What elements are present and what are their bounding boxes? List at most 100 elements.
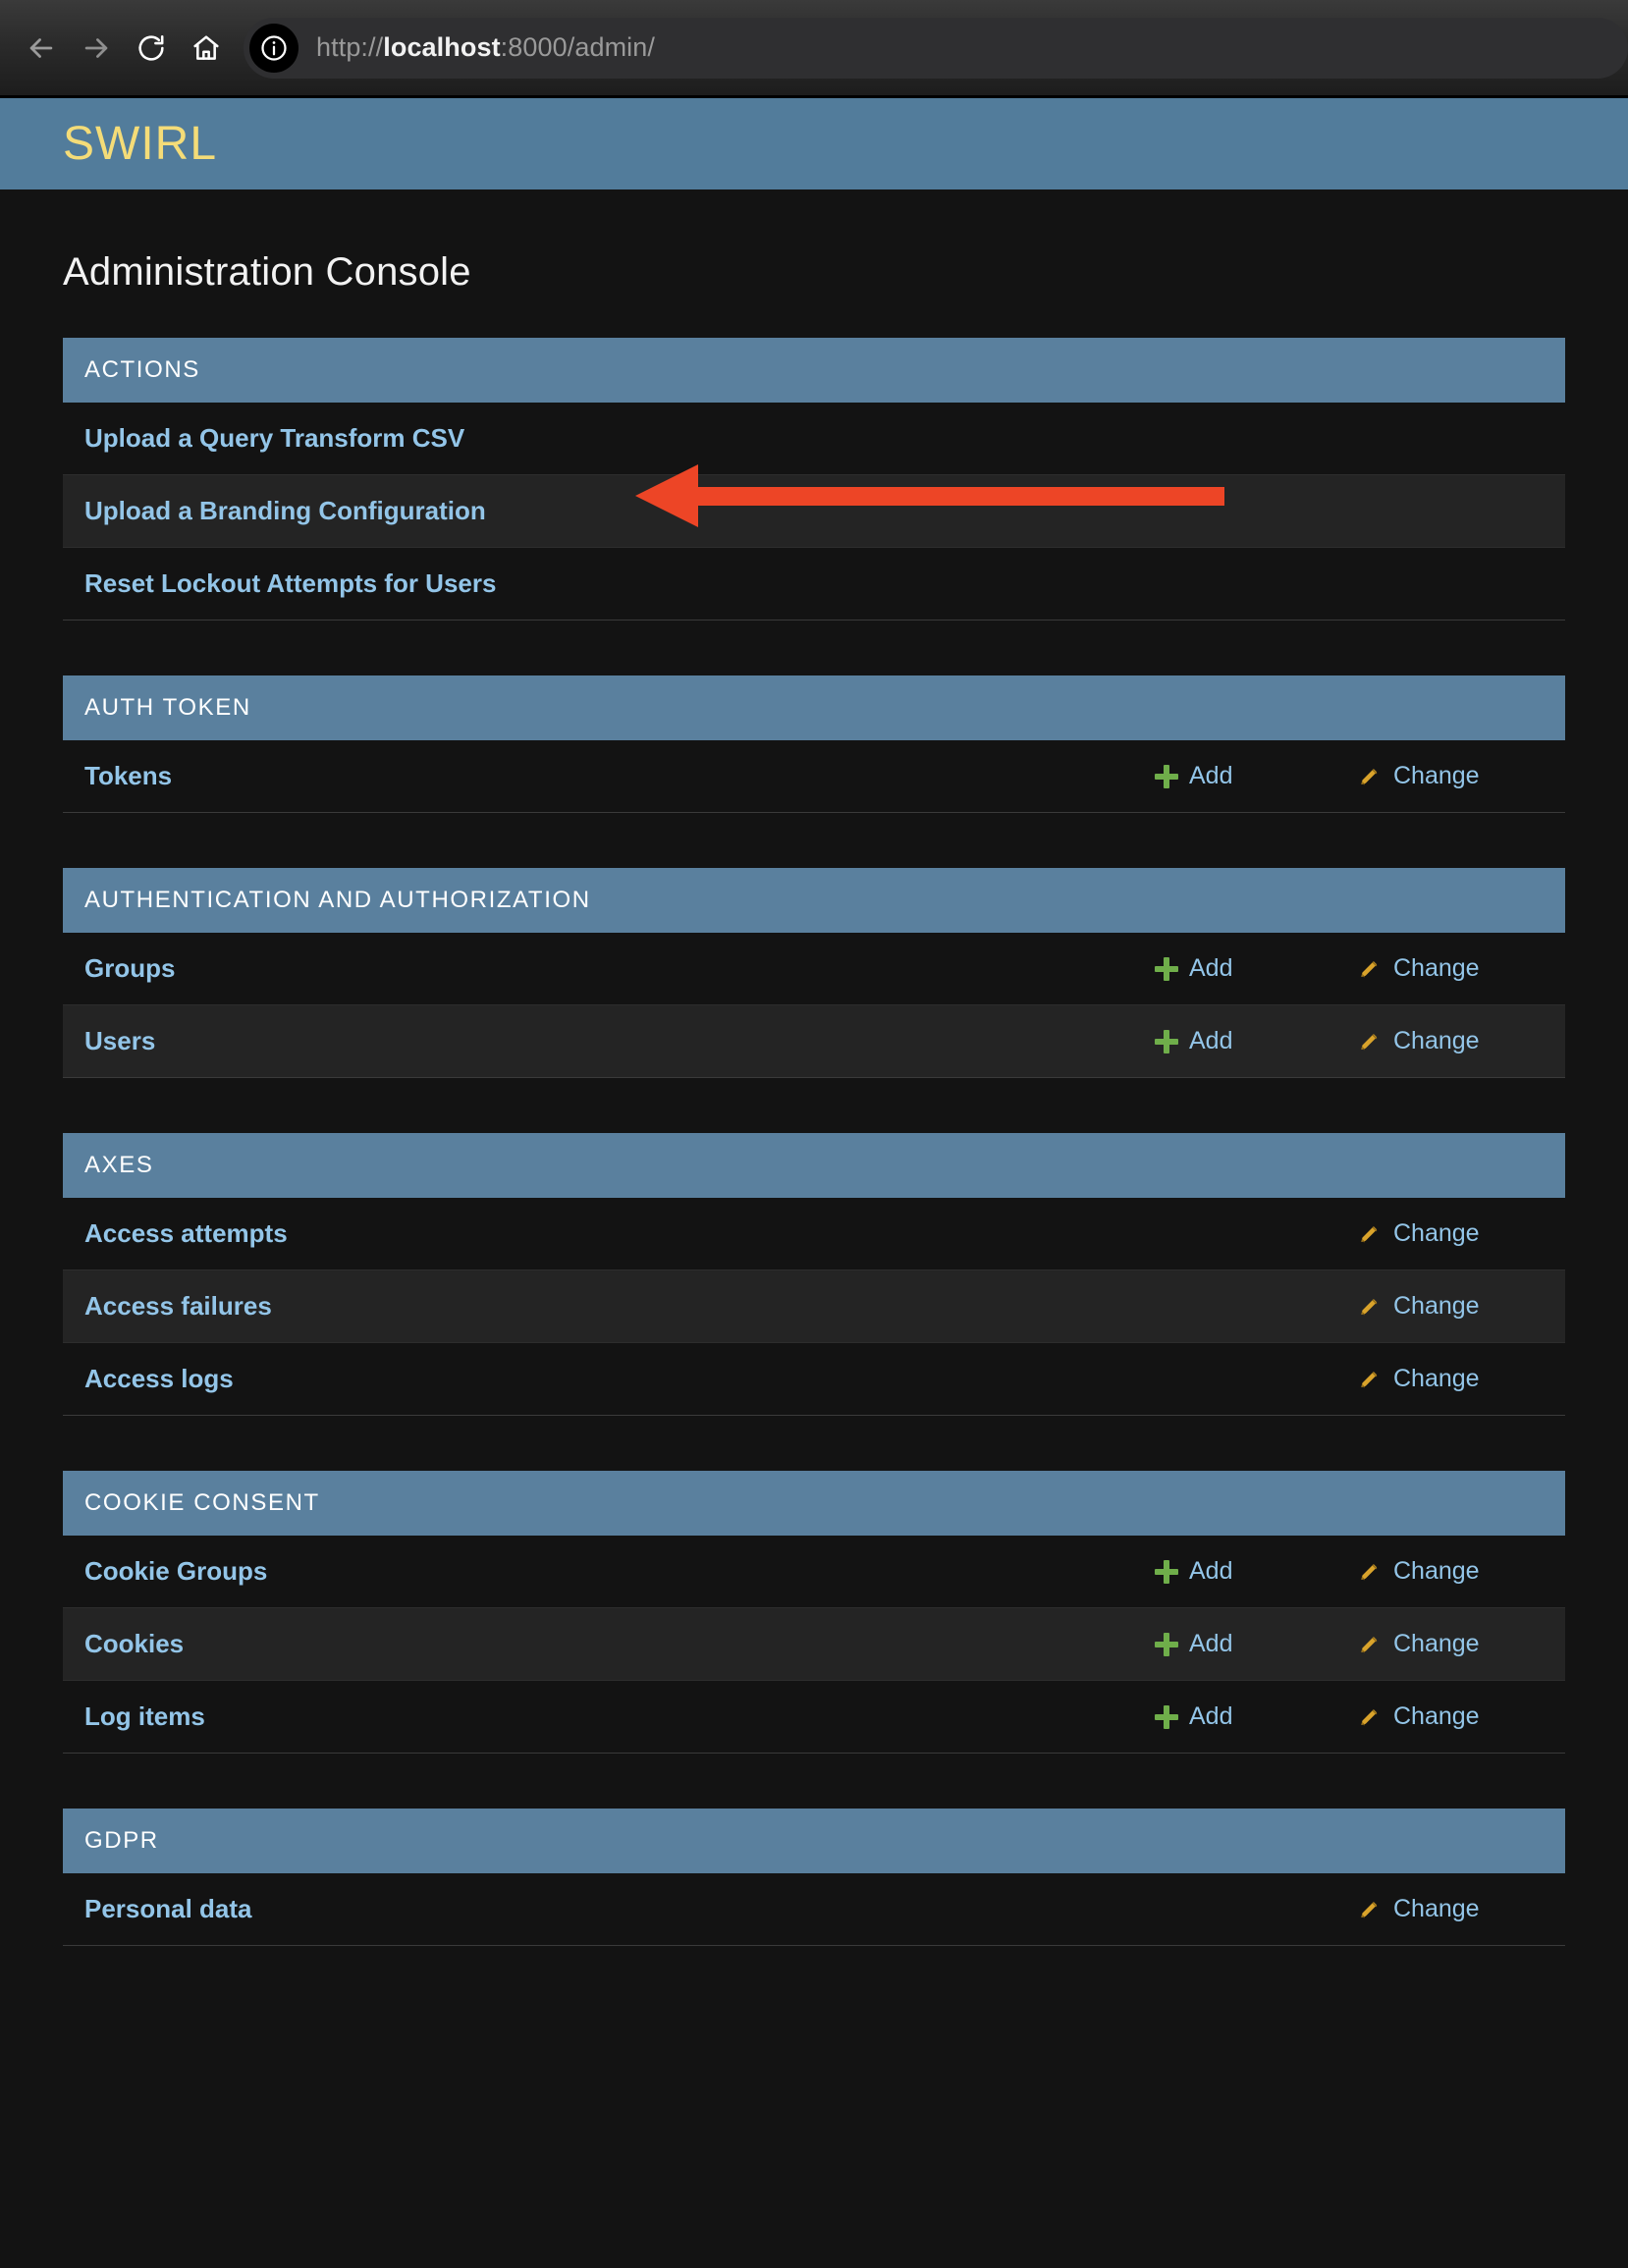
model-link[interactable]: Users bbox=[84, 1026, 155, 1056]
pencil-icon bbox=[1357, 1632, 1383, 1657]
module: COOKIE CONSENT Cookie Groups Add Change Cook… bbox=[63, 1471, 1565, 1754]
add-label: Add bbox=[1189, 1557, 1233, 1585]
row-actions: Change bbox=[1357, 1292, 1565, 1321]
model-link[interactable]: Access logs bbox=[84, 1364, 234, 1394]
row-actions: Add Change bbox=[1155, 1027, 1565, 1055]
model-link[interactable]: Log items bbox=[84, 1701, 205, 1732]
change-button[interactable]: Change bbox=[1357, 1895, 1544, 1923]
plus-icon bbox=[1155, 956, 1178, 981]
add-label: Add bbox=[1189, 1027, 1233, 1054]
model-link[interactable]: Access attempts bbox=[84, 1218, 288, 1249]
address-bar[interactable]: http://localhost:8000/admin/ bbox=[244, 17, 1628, 79]
change-label: Change bbox=[1393, 1292, 1480, 1320]
row-actions: Add Change bbox=[1155, 762, 1565, 790]
add-label: Add bbox=[1189, 954, 1233, 982]
info-icon[interactable] bbox=[249, 23, 298, 73]
model-row: Access failures Change bbox=[63, 1270, 1565, 1343]
change-button[interactable]: Change bbox=[1357, 762, 1544, 790]
change-button[interactable]: Change bbox=[1357, 1219, 1544, 1248]
model-link[interactable]: Upload a Query Transform CSV bbox=[84, 423, 464, 454]
plus-icon bbox=[1155, 1559, 1178, 1584]
forward-button[interactable] bbox=[69, 21, 124, 76]
change-button[interactable]: Change bbox=[1357, 1630, 1544, 1658]
module-list: ACTIONS Upload a Query Transform CSV Uploa… bbox=[0, 338, 1628, 1946]
model-link[interactable]: Reset Lockout Attempts for Users bbox=[84, 568, 496, 599]
model-row: Upload a Query Transform CSV bbox=[63, 403, 1565, 475]
add-button[interactable]: Add bbox=[1155, 1702, 1357, 1731]
module: ACTIONS Upload a Query Transform CSV Uploa… bbox=[63, 338, 1565, 621]
model-row: Reset Lockout Attempts for Users bbox=[63, 548, 1565, 621]
pencil-icon bbox=[1357, 1704, 1383, 1730]
module-header: ACTIONS bbox=[63, 338, 1565, 403]
model-link[interactable]: Tokens bbox=[84, 761, 172, 791]
add-button[interactable]: Add bbox=[1155, 1027, 1357, 1055]
model-row: Upload a Branding Configuration bbox=[63, 464, 1565, 548]
url-host: localhost bbox=[383, 32, 501, 62]
model-row: Cookie Groups Add Change bbox=[63, 1536, 1565, 1608]
module: GDPR Personal data Change bbox=[63, 1809, 1565, 1946]
model-row: Access attempts Change bbox=[63, 1198, 1565, 1270]
plus-icon bbox=[1155, 764, 1178, 788]
module: AUTH TOKEN Tokens Add Change bbox=[63, 675, 1565, 813]
add-button[interactable]: Add bbox=[1155, 1557, 1357, 1586]
change-button[interactable]: Change bbox=[1357, 1292, 1544, 1321]
model-row: Groups Add Change bbox=[63, 933, 1565, 1005]
change-button[interactable]: Change bbox=[1357, 1027, 1544, 1055]
url-path: :8000/admin/ bbox=[500, 32, 655, 62]
module-header: GDPR bbox=[63, 1809, 1565, 1873]
model-row: Access logs Change bbox=[63, 1343, 1565, 1416]
model-row: Tokens Add Change bbox=[63, 740, 1565, 813]
pencil-icon bbox=[1357, 956, 1383, 982]
change-button[interactable]: Change bbox=[1357, 1702, 1544, 1731]
change-label: Change bbox=[1393, 1557, 1480, 1585]
add-label: Add bbox=[1189, 1630, 1233, 1657]
pencil-icon bbox=[1357, 1897, 1383, 1922]
row-actions: Change bbox=[1357, 1895, 1565, 1923]
row-actions: Change bbox=[1357, 1365, 1565, 1393]
change-button[interactable]: Change bbox=[1357, 1365, 1544, 1393]
add-button[interactable]: Add bbox=[1155, 1630, 1357, 1658]
add-label: Add bbox=[1189, 762, 1233, 789]
model-link[interactable]: Access failures bbox=[84, 1291, 272, 1322]
change-label: Change bbox=[1393, 1027, 1480, 1054]
change-button[interactable]: Change bbox=[1357, 1557, 1544, 1586]
row-actions: Change bbox=[1357, 1219, 1565, 1248]
change-label: Change bbox=[1393, 1219, 1480, 1247]
home-icon bbox=[190, 32, 222, 64]
add-button[interactable]: Add bbox=[1155, 762, 1357, 790]
change-label: Change bbox=[1393, 1365, 1480, 1392]
change-label: Change bbox=[1393, 954, 1480, 982]
model-link[interactable]: Groups bbox=[84, 953, 175, 984]
add-button[interactable]: Add bbox=[1155, 954, 1357, 983]
model-link[interactable]: Cookies bbox=[84, 1629, 184, 1659]
model-row: Personal data Change bbox=[63, 1873, 1565, 1946]
reload-icon bbox=[136, 32, 167, 64]
row-actions: Add Change bbox=[1155, 1702, 1565, 1731]
row-actions: Add Change bbox=[1155, 1557, 1565, 1586]
reload-button[interactable] bbox=[124, 21, 179, 76]
pencil-icon bbox=[1357, 764, 1383, 789]
browser-toolbar: http://localhost:8000/admin/ bbox=[0, 0, 1628, 98]
plus-icon bbox=[1155, 1704, 1178, 1729]
model-link[interactable]: Upload a Branding Configuration bbox=[84, 496, 486, 526]
add-label: Add bbox=[1189, 1702, 1233, 1730]
admin-page: Administration Console ACTIONS Upload a Q… bbox=[0, 250, 1628, 2040]
brand-banner: SWIRL bbox=[0, 98, 1628, 189]
change-button[interactable]: Change bbox=[1357, 954, 1544, 983]
home-button[interactable] bbox=[179, 21, 234, 76]
change-label: Change bbox=[1393, 1895, 1480, 1922]
pencil-icon bbox=[1357, 1294, 1383, 1320]
page-title: Administration Console bbox=[63, 250, 471, 294]
pencil-icon bbox=[1357, 1221, 1383, 1247]
module-header: AUTHENTICATION AND AUTHORIZATION bbox=[63, 868, 1565, 933]
change-label: Change bbox=[1393, 1702, 1480, 1730]
model-link[interactable]: Cookie Groups bbox=[84, 1556, 267, 1587]
model-link[interactable]: Personal data bbox=[84, 1894, 252, 1924]
module: AUTHENTICATION AND AUTHORIZATION Groups Ad… bbox=[63, 868, 1565, 1078]
brand-logo[interactable]: SWIRL bbox=[63, 117, 217, 171]
url-scheme: http:// bbox=[316, 32, 384, 62]
model-row: Users Add Change bbox=[63, 1005, 1565, 1078]
back-button[interactable] bbox=[14, 21, 69, 76]
row-actions: Add Change bbox=[1155, 954, 1565, 983]
change-label: Change bbox=[1393, 762, 1480, 789]
